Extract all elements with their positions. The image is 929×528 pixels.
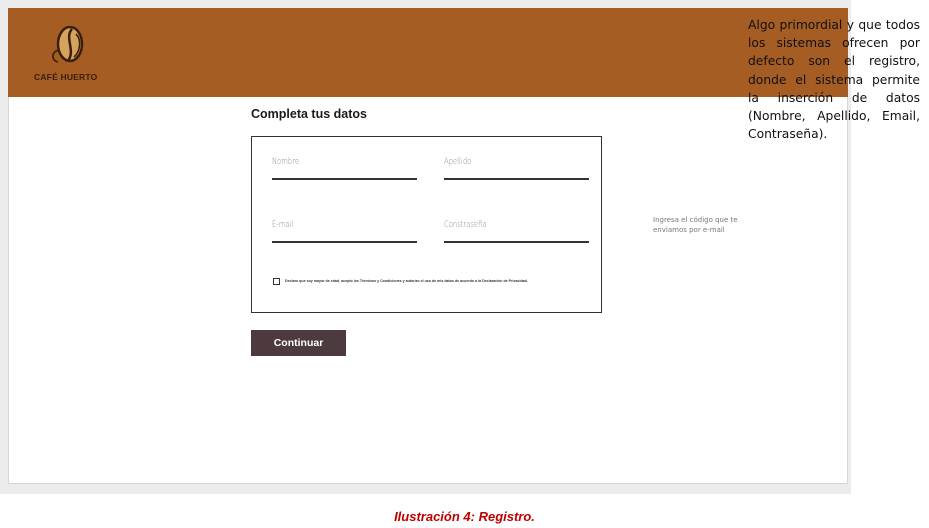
terms-label: Declaro que soy mayor de edad, acepto lo…	[285, 279, 528, 283]
apellido-underline	[444, 178, 589, 180]
form-title: Completa tus datos	[251, 107, 367, 121]
nombre-underline	[272, 178, 417, 180]
email-underline	[272, 241, 417, 243]
brand-logo[interactable]: CAFÉ HUERTO	[34, 26, 104, 86]
apellido-placeholder: Apellido	[444, 157, 472, 167]
password-underline	[444, 241, 589, 243]
password-placeholder: Constraseña	[444, 220, 487, 230]
continue-button[interactable]: Continuar	[251, 330, 346, 356]
email-placeholder: E-mail	[272, 220, 294, 230]
site-header: CAFÉ HUERTO	[8, 8, 848, 97]
nombre-placeholder: Nombre	[272, 157, 300, 167]
figure-caption: Ilustración 4: Registro.	[394, 509, 535, 524]
code-hint-text: Ingresa el código que te enviamos por e-…	[653, 216, 738, 234]
side-note-paragraph: Algo primordial y que todos los sistemas…	[748, 18, 920, 142]
coffee-bean-logo-icon	[52, 26, 84, 63]
registration-form: Nombre Apellido E-mail Constraseña Decla…	[251, 136, 602, 313]
brand-name: CAFÉ HUERTO	[34, 72, 98, 82]
terms-checkbox[interactable]	[273, 278, 280, 285]
